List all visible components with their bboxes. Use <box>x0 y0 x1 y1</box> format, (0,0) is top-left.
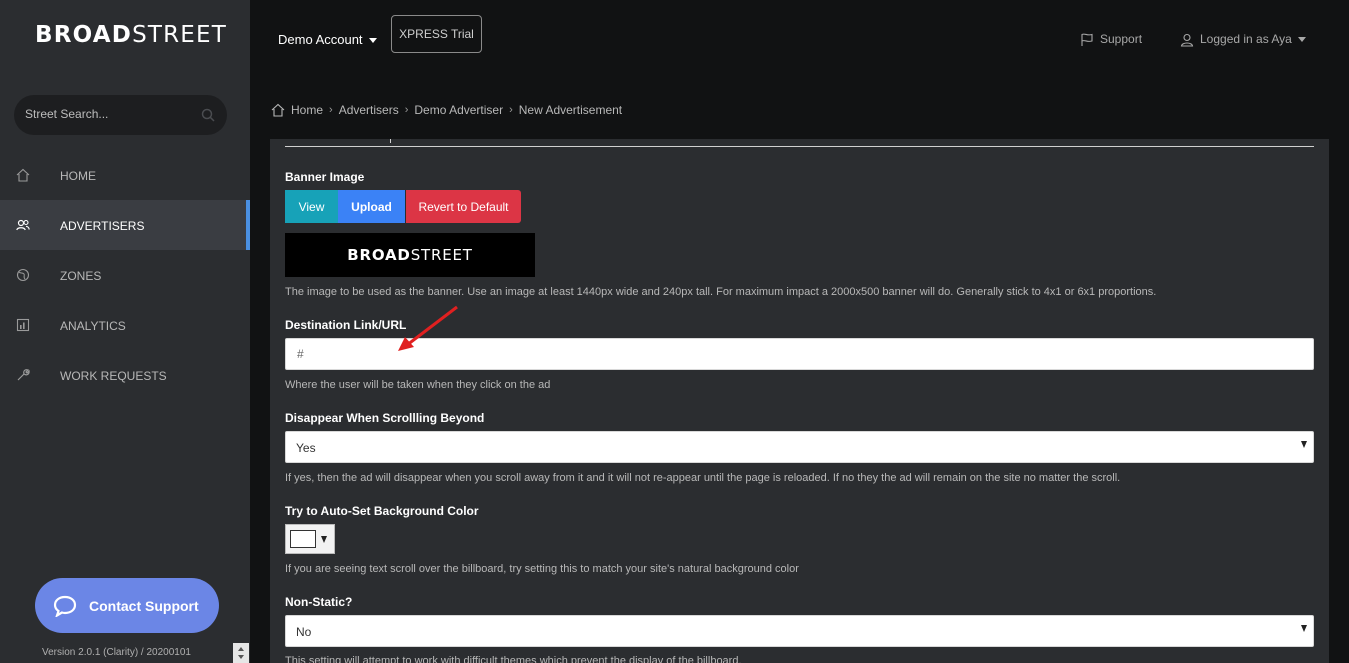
sidebar-item-label: ADVERTISERS <box>60 219 145 233</box>
divider-tick <box>390 139 391 143</box>
breadcrumb-home[interactable]: Home <box>291 103 323 117</box>
account-label: Demo Account <box>278 32 363 47</box>
sidebar-item-label: ANALYTICS <box>60 319 126 333</box>
banner-image-label: Banner Image <box>285 170 365 184</box>
nonstatic-value: No <box>296 625 312 639</box>
search-input[interactable] <box>25 107 195 121</box>
dropdown-arrow-icon <box>321 536 327 543</box>
breadcrumb-current: New Advertisement <box>518 103 623 117</box>
disappear-select[interactable]: Yes <box>285 431 1314 463</box>
login-label: Logged in as Aya <box>1200 32 1292 46</box>
nonstatic-select[interactable]: No <box>285 615 1314 647</box>
disappear-help-text: If yes, then the ad will disappear when … <box>285 472 1121 484</box>
view-button[interactable]: View <box>285 190 338 223</box>
support-link[interactable]: Support <box>1080 32 1142 47</box>
version-text: Version 2.0.1 (Clarity) / 20200101 <box>42 647 191 658</box>
dropdown-arrow-icon <box>1301 625 1307 632</box>
disappear-value: Yes <box>296 441 316 455</box>
banner-preview: BROAD STREET <box>285 233 535 277</box>
support-label: Support <box>1100 32 1143 46</box>
scroll-arrows-icon <box>238 647 244 659</box>
color-swatch <box>290 530 316 548</box>
sidebar-item-label: ZONES <box>60 269 102 283</box>
background-color-picker[interactable] <box>285 524 335 554</box>
destination-help-text: Where the user will be taken when they c… <box>285 379 551 391</box>
chat-bubble-icon <box>53 595 77 617</box>
xpress-trial-button[interactable]: XPRESS Trial <box>391 15 482 53</box>
form-panel: Banner Image View Upload Revert to Defau… <box>270 139 1329 663</box>
user-icon <box>1180 33 1194 47</box>
home-icon <box>271 103 285 117</box>
divider <box>285 146 1314 147</box>
street-search <box>14 95 227 135</box>
revert-to-default-button[interactable]: Revert to Default <box>406 190 521 223</box>
sidebar-item-advertisers[interactable]: ADVERTISERS <box>0 200 250 250</box>
nonstatic-label: Non-Static? <box>285 595 353 609</box>
breadcrumb-advertisers[interactable]: Advertisers <box>339 103 399 117</box>
sidebar-item-analytics[interactable]: ANALYTICS <box>0 300 250 350</box>
globe-icon <box>16 268 30 282</box>
upload-button[interactable]: Upload <box>338 190 405 223</box>
nonstatic-help-text: This setting will attempt to work with d… <box>285 655 742 663</box>
flag-icon <box>1081 33 1093 46</box>
brand-logo[interactable]: BROADSTREET <box>35 22 227 48</box>
destination-label: Destination Link/URL <box>285 318 407 332</box>
account-dropdown[interactable]: Demo Account <box>278 32 377 47</box>
sidebar-item-zones[interactable]: ZONES <box>0 250 250 300</box>
sidebar: BROADSTREET HOME ADVERTISERS ZONES ANALY… <box>0 0 250 663</box>
home-icon <box>16 168 30 182</box>
chart-icon <box>16 318 30 332</box>
search-icon[interactable] <box>201 108 215 122</box>
banner-help-text: The image to be used as the banner. Use … <box>285 286 1157 298</box>
breadcrumb-demo-advertiser[interactable]: Demo Advertiser <box>414 103 503 117</box>
caret-down-icon <box>1297 37 1306 43</box>
wrench-icon <box>17 369 30 381</box>
chevron-right-icon: › <box>329 104 333 116</box>
sidebar-item-label: WORK REQUESTS <box>60 369 167 383</box>
autoset-help-text: If you are seeing text scroll over the b… <box>285 563 799 575</box>
sidebar-item-work-requests[interactable]: WORK REQUESTS <box>0 350 250 400</box>
dropdown-arrow-icon <box>1301 441 1307 448</box>
sidebar-item-label: HOME <box>60 169 96 183</box>
caret-down-icon <box>368 38 377 44</box>
autoset-label: Try to Auto-Set Background Color <box>285 504 479 518</box>
disappear-label: Disappear When Scrollling Beyond <box>285 411 485 425</box>
sidebar-item-home[interactable]: HOME <box>0 150 250 200</box>
scrollbar[interactable] <box>233 643 249 663</box>
user-menu[interactable]: Logged in as Aya <box>1180 32 1306 47</box>
contact-support-label: Contact Support <box>89 598 199 614</box>
users-icon <box>16 219 30 231</box>
chevron-right-icon: › <box>404 104 409 116</box>
chevron-right-icon: › <box>509 104 513 116</box>
contact-support-button[interactable]: Contact Support <box>35 578 219 633</box>
annotation-arrow-icon <box>398 305 458 351</box>
breadcrumb: Home › Advertisers › Demo Advertiser › N… <box>271 103 622 117</box>
